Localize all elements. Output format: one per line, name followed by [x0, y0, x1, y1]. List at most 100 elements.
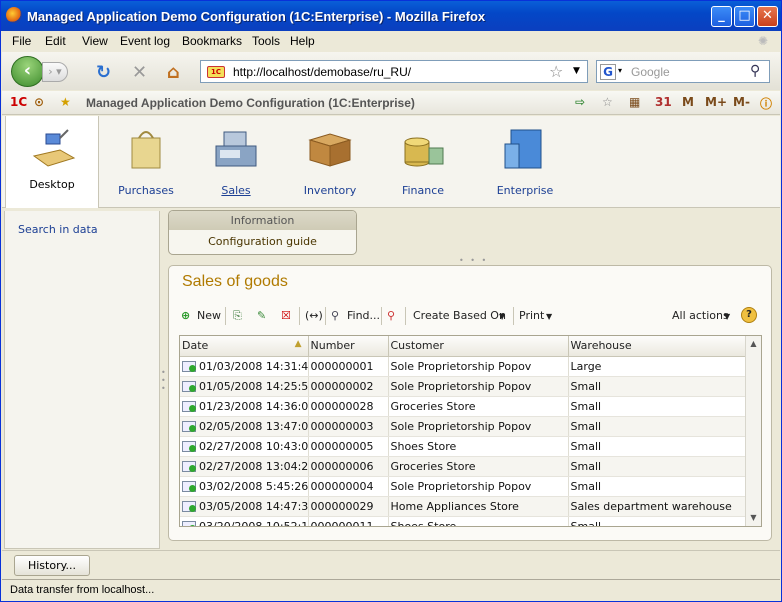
find-icon[interactable]: ⚲	[331, 309, 339, 322]
menu-bookmarks[interactable]: Bookmarks	[182, 34, 242, 48]
section-purchases[interactable]: Purchases	[98, 116, 194, 208]
table-row[interactable]: 02/05/2008 13:47:09 000000003 Sole Proprie…	[180, 416, 747, 437]
info-icon[interactable]: ⓘ	[760, 95, 772, 112]
delete-icon[interactable]: ☒	[281, 309, 291, 322]
table-row[interactable]: 01/03/2008 14:31:41 000000001 Sole Proprie…	[180, 356, 747, 377]
cell-number: 000000029	[308, 496, 389, 517]
column-header-number[interactable]: Number	[308, 336, 389, 357]
cell-warehouse: Sales department warehouse	[568, 496, 747, 517]
reload-icon[interactable]: ↻	[96, 62, 111, 83]
new-button[interactable]: New	[197, 309, 221, 322]
print-dropdown-icon[interactable]: ▼	[546, 312, 552, 321]
memory-minus-button[interactable]: M-	[733, 95, 750, 109]
menu-file[interactable]: File	[12, 34, 31, 48]
section-desktop[interactable]: Desktop	[5, 116, 99, 208]
scroll-down-icon[interactable]: ▼	[746, 510, 761, 526]
toolbar-separator	[405, 307, 406, 325]
all-actions-button[interactable]: All actions	[672, 309, 729, 322]
cell-text: Home Appliances Store	[390, 499, 519, 513]
search-icon[interactable]: ⚲	[750, 63, 760, 79]
table-row[interactable]: 03/02/2008 5:45:26 000000004 Sole Propriet…	[180, 476, 747, 497]
cell-date: 01/23/2008 14:36:09	[180, 396, 309, 417]
all-actions-dropdown-icon[interactable]: ▼	[724, 312, 730, 321]
section-finance-label: Finance	[401, 184, 445, 197]
toolbar-separator	[299, 307, 300, 325]
scroll-up-icon[interactable]: ▲	[746, 336, 761, 352]
favorites-icon[interactable]: ☆	[602, 95, 613, 109]
url-text[interactable]: http://localhost/demobase/ru_RU/	[233, 65, 411, 79]
stop-icon[interactable]: ✕	[132, 62, 147, 83]
print-button[interactable]: Print	[519, 309, 544, 322]
favorites-star-icon[interactable]: ★	[60, 95, 71, 109]
close-button[interactable]: ✕	[757, 6, 778, 27]
calendar-icon[interactable]: 31	[655, 95, 672, 109]
section-finance[interactable]: Finance	[375, 116, 471, 208]
home-icon[interactable]: ⌂	[167, 62, 180, 83]
minimize-button[interactable]: _	[711, 6, 732, 27]
back-button[interactable]: ‹	[11, 56, 44, 87]
cell-date: 01/05/2008 14:25:53	[180, 376, 309, 397]
cell-customer: Shoes Store	[388, 436, 569, 457]
calculator-icon[interactable]: ▦	[629, 95, 640, 109]
cancel-search-icon[interactable]: ⚲	[387, 309, 395, 322]
app-logo-icon: 1C	[10, 95, 28, 109]
configuration-guide-link[interactable]: Configuration guide	[169, 235, 356, 248]
app-toolbar: 1C ⊙ ★ Managed Application Demo Configur…	[2, 91, 780, 115]
engine-dropdown-icon[interactable]: ▾	[618, 66, 622, 75]
help-icon[interactable]: ?	[741, 307, 757, 323]
url-dropdown-icon[interactable]: ▼	[573, 66, 580, 76]
search-in-data-link[interactable]: Search in data	[18, 223, 98, 236]
menu-bar: File Edit View Event log Bookmarks Tools…	[2, 31, 780, 51]
create-based-on-button[interactable]: Create Based On	[413, 309, 506, 322]
history-button[interactable]: History...	[14, 555, 90, 576]
bookmark-star-icon[interactable]: ☆	[549, 62, 563, 81]
find-button[interactable]: Find...	[347, 309, 380, 322]
column-header-warehouse[interactable]: Warehouse	[568, 336, 747, 357]
search-box[interactable]: G ▾ Google ⚲	[596, 60, 770, 83]
cell-date: 03/02/2008 5:45:26	[180, 476, 309, 497]
memory-m-button[interactable]: M	[682, 95, 694, 109]
column-header-date[interactable]: Date ▲	[180, 336, 309, 357]
table-row[interactable]: 03/20/2008 10:52:18 000000011 Shoes Store S…	[180, 516, 747, 526]
cell-text: 000000002	[310, 379, 374, 393]
create-based-on-dropdown-icon[interactable]: ▼	[499, 312, 505, 321]
toolbar-separator	[325, 307, 326, 325]
left-splitter-handle[interactable]: • • •	[161, 369, 166, 393]
table-row[interactable]: 01/05/2008 14:25:53 000000002 Sole Proprie…	[180, 376, 747, 397]
table-row[interactable]: 03/05/2008 14:47:38 000000029 Home Applian…	[180, 496, 747, 517]
menu-tools[interactable]: Tools	[252, 34, 280, 48]
google-engine-icon[interactable]: G	[600, 64, 616, 80]
cell-warehouse: Small	[568, 516, 747, 526]
posted-document-icon	[182, 421, 196, 432]
cell-text: Groceries Store	[390, 459, 476, 473]
history-arrow-icon[interactable]: ⇨	[575, 95, 585, 109]
edit-pencil-icon[interactable]: ✎	[257, 309, 266, 322]
app-menu-icon[interactable]: ⊙	[34, 95, 44, 109]
table-row[interactable]: 02/27/2008 13:04:26 000000006 Groceries St…	[180, 456, 747, 477]
cell-number: 000000006	[308, 456, 389, 477]
cell-text: 01/23/2008 14:36:09	[199, 400, 308, 413]
table-row[interactable]: 01/23/2008 14:36:09 000000028 Groceries St…	[180, 396, 747, 417]
copy-icon[interactable]: ⎘	[233, 309, 242, 323]
table-row[interactable]: 02/27/2008 10:43:01 000000005 Shoes Store S…	[180, 436, 747, 457]
hierarchy-icon[interactable]: (↔)	[305, 309, 323, 322]
coins-icon	[404, 137, 444, 167]
window-title: Managed Application Demo Configuration (…	[27, 9, 486, 24]
menu-event-log[interactable]: Event log	[120, 34, 170, 48]
url-bar[interactable]: 1C http://localhost/demobase/ru_RU/ ☆ ▼	[200, 60, 588, 83]
column-header-customer[interactable]: Customer	[388, 336, 569, 357]
section-enterprise[interactable]: Enterprise	[477, 116, 573, 208]
memory-plus-button[interactable]: M+	[705, 95, 727, 109]
maximize-button[interactable]: □	[734, 6, 755, 27]
menu-view[interactable]: View	[82, 34, 108, 48]
forward-button[interactable]: › ▾	[42, 62, 68, 82]
cell-date: 01/03/2008 14:31:41	[180, 356, 309, 377]
section-inventory[interactable]: Inventory	[282, 116, 378, 208]
add-icon[interactable]: ⊕	[181, 309, 190, 322]
cell-warehouse: Small	[568, 436, 747, 457]
menu-edit[interactable]: Edit	[45, 34, 66, 48]
menu-help[interactable]: Help	[290, 34, 315, 48]
splitter-handle[interactable]: • • •	[459, 256, 488, 265]
vertical-scrollbar[interactable]: ▲ ▼	[745, 336, 761, 526]
section-sales[interactable]: Sales	[188, 116, 284, 208]
